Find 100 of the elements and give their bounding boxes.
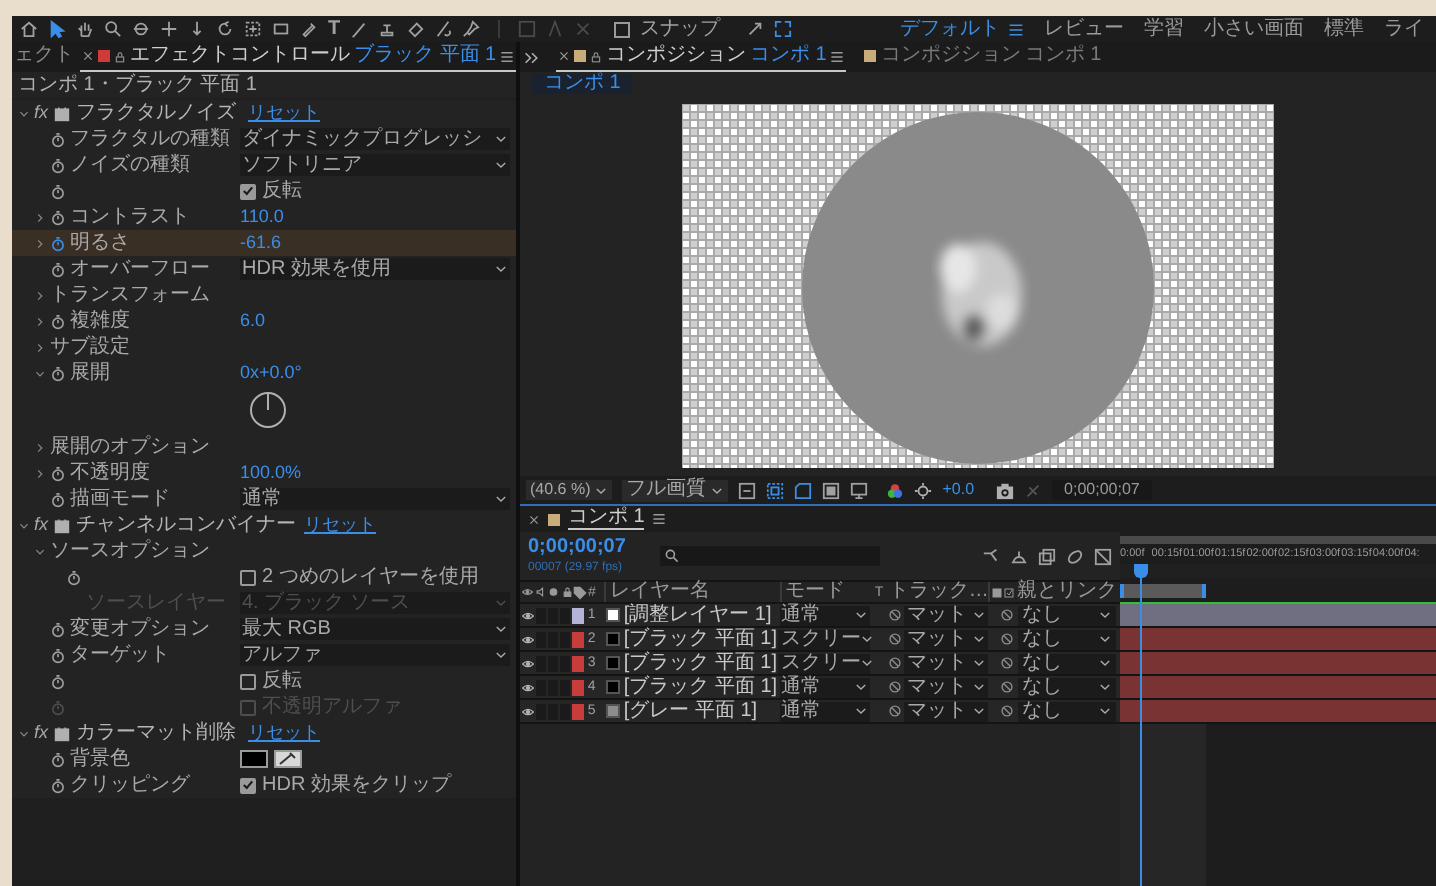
pick-whip-icon[interactable] <box>888 632 903 646</box>
menu-icon[interactable] <box>1008 21 1024 37</box>
plus-icon[interactable] <box>160 20 178 38</box>
property-row[interactable]: 展開 0x+0.0° <box>12 360 516 386</box>
pick-whip-icon[interactable] <box>1000 656 1015 670</box>
value-field[interactable]: -61.6 <box>240 234 282 252</box>
exposure-icon[interactable] <box>914 481 933 499</box>
pick-whip-icon[interactable] <box>1000 680 1015 694</box>
angle-dial[interactable] <box>248 390 288 430</box>
camera-icon[interactable] <box>996 481 1015 499</box>
stopwatch-icon[interactable] <box>50 751 66 767</box>
zoom-icon[interactable] <box>104 20 122 38</box>
eye-icon[interactable] <box>522 633 534 645</box>
label-color[interactable] <box>571 655 584 671</box>
value-field[interactable]: 110.0 <box>240 208 284 226</box>
workspace-tab[interactable]: 学習 <box>1144 19 1184 39</box>
property-row[interactable]: 複雑度 6.0 <box>12 308 516 334</box>
property-row[interactable]: 2 つめのレイヤーを使用 <box>12 564 516 590</box>
reset-link[interactable]: リセット <box>304 516 377 534</box>
twirl-icon[interactable] <box>18 107 30 119</box>
column-header[interactable]: レイヤー名 <box>603 582 780 602</box>
value-field[interactable]: 6.0 <box>240 312 266 330</box>
property-row[interactable]: 明るさ -61.6 <box>12 230 516 256</box>
workspace-tab[interactable]: デフォルト <box>900 19 1000 39</box>
timeline-tab[interactable]: コンポ 1 <box>568 508 645 530</box>
composition-chip[interactable]: コンポ 1 <box>532 74 633 94</box>
lock-icon[interactable] <box>114 49 126 63</box>
layer-name[interactable]: [ブラック 平面 1] <box>623 677 778 697</box>
twirl-icon[interactable] <box>34 211 46 223</box>
twirl-icon[interactable] <box>34 237 46 249</box>
pick-whip-icon[interactable] <box>1000 632 1015 646</box>
stopwatch-icon[interactable] <box>50 365 66 381</box>
matte-dropdown[interactable]: マット <box>904 701 989 721</box>
dropdown[interactable]: 最大 RGB <box>240 618 510 640</box>
expand-icon[interactable] <box>774 20 793 38</box>
double-chevron-icon[interactable] <box>524 49 540 65</box>
close-icon[interactable] <box>82 50 94 62</box>
checkbox[interactable] <box>240 777 256 793</box>
matte-dropdown[interactable]: マット <box>904 605 989 625</box>
reset-link[interactable]: リセット <box>248 724 320 742</box>
checkbox[interactable] <box>240 183 256 199</box>
snap-checkbox[interactable] <box>614 21 631 37</box>
brush-icon[interactable] <box>350 20 369 38</box>
crosshair-icon[interactable] <box>244 20 262 38</box>
property-row[interactable]: ソースオプション <box>12 538 516 564</box>
property-row[interactable]: オーバーフロー HDR 効果を使用 <box>12 256 516 282</box>
eyedropper-icon[interactable] <box>274 750 302 768</box>
pick-whip-icon[interactable] <box>888 656 903 670</box>
zoom-dropdown[interactable]: (40.6 %) <box>526 480 613 500</box>
resolution-dropdown[interactable]: フル画質 <box>622 479 729 501</box>
layer-name[interactable]: [グレー 平面 1] <box>623 701 758 721</box>
panel-tab[interactable]: ェクト <box>12 43 76 71</box>
matte-dropdown[interactable]: マット <box>904 629 989 649</box>
twirl-icon[interactable] <box>34 545 46 557</box>
rectangle-icon[interactable] <box>272 20 290 38</box>
parent-dropdown[interactable]: なし <box>1018 677 1116 697</box>
property-row[interactable]: コントラスト 110.0 <box>12 204 516 230</box>
property-row[interactable]: 描画モード 通常 <box>12 486 516 512</box>
workspace-tab[interactable]: 標準 <box>1324 19 1364 39</box>
rotate-icon[interactable] <box>216 20 234 38</box>
stopwatch-icon[interactable] <box>50 209 66 225</box>
text-tool[interactable]: T <box>328 19 341 39</box>
effect-row[interactable]: fx チャンネルコンバイナー リセット <box>12 512 516 538</box>
down-arrow-icon[interactable] <box>188 20 206 38</box>
property-row[interactable]: 変更オプション 最大 RGB <box>12 616 516 642</box>
property-row[interactable]: 反転 <box>12 668 516 694</box>
dome-icon[interactable] <box>1010 547 1028 565</box>
property-row[interactable]: ターゲット アルファ <box>12 642 516 668</box>
pick-whip-icon[interactable] <box>1000 608 1015 622</box>
property-row[interactable]: 反転 <box>12 178 516 204</box>
menu-icon[interactable] <box>500 49 515 63</box>
twirl-icon[interactable] <box>18 519 30 531</box>
pick-whip-icon[interactable] <box>1000 704 1015 718</box>
mode-dropdown[interactable]: 通常 <box>779 677 871 697</box>
twirl-icon[interactable] <box>34 289 46 301</box>
stopwatch-icon[interactable] <box>50 183 66 199</box>
reset-link[interactable]: リセット <box>248 104 320 122</box>
workspace-tab[interactable]: ライ <box>1384 19 1424 39</box>
stopwatch-icon[interactable] <box>50 621 66 637</box>
eye-icon[interactable] <box>522 681 534 693</box>
safe-margin-icon[interactable] <box>822 481 841 499</box>
label-color[interactable] <box>571 679 584 695</box>
eraser-icon[interactable] <box>406 20 425 38</box>
label-color[interactable] <box>571 631 584 647</box>
pick-whip-icon[interactable] <box>888 704 903 718</box>
graph-node-icon[interactable] <box>982 547 1000 565</box>
close-icon[interactable] <box>558 50 570 62</box>
dropdown[interactable]: ソフトリニア <box>240 154 510 176</box>
panel-tab[interactable]: コンポジション コンポ 1 <box>556 43 847 71</box>
property-row[interactable]: クリッピング HDR 効果をクリップ <box>12 772 516 798</box>
label-color[interactable] <box>571 607 584 623</box>
stacked-frames-icon[interactable] <box>1038 547 1056 565</box>
menu-icon[interactable] <box>652 512 667 526</box>
parent-dropdown[interactable]: なし <box>1018 701 1116 721</box>
stopwatch-icon[interactable] <box>50 131 66 147</box>
close-icon[interactable] <box>528 513 540 525</box>
twirl-icon[interactable] <box>34 467 46 479</box>
pick-whip-icon[interactable] <box>888 680 903 694</box>
effect-row[interactable]: fx カラーマット削除 リセット <box>12 720 516 746</box>
effect-row[interactable]: fx フラクタルノイズ リセット <box>12 100 516 126</box>
